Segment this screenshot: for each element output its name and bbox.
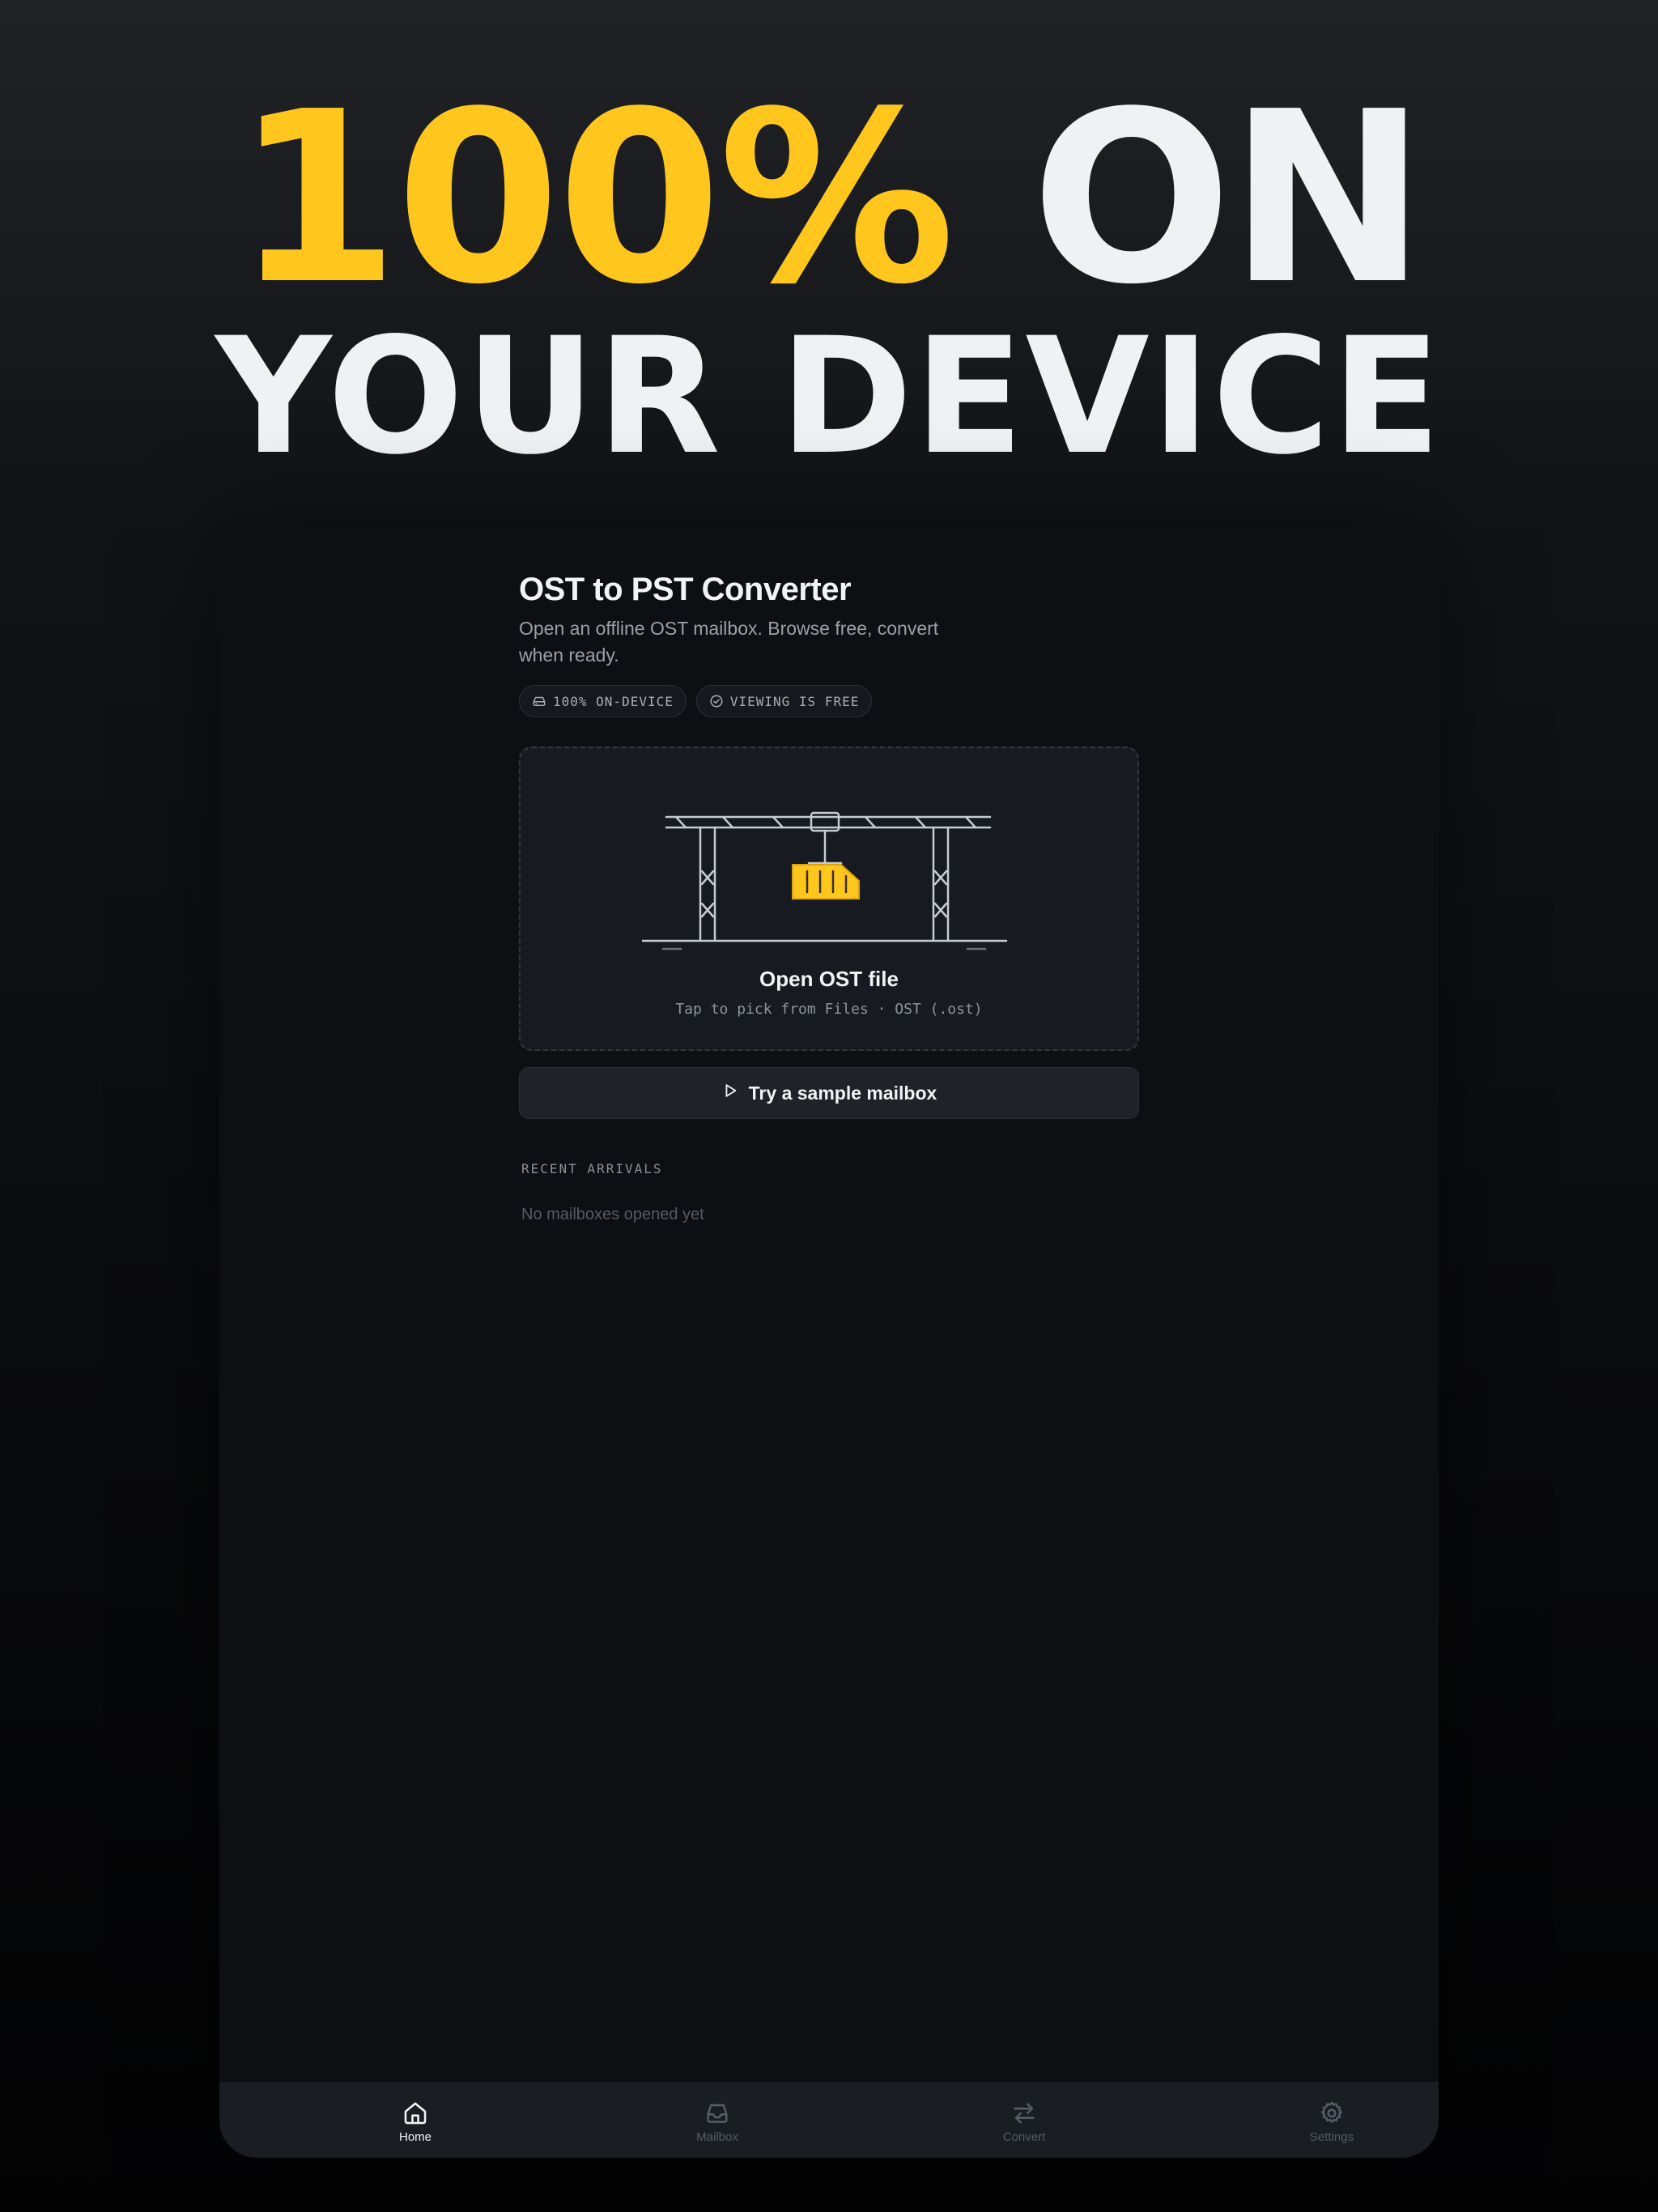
tab-mailbox[interactable]: Mailbox xyxy=(669,2099,766,2144)
tab-mailbox-label: Mailbox xyxy=(696,2130,738,2144)
arrows-swap-icon xyxy=(976,2099,1073,2127)
badge-on-device: 100% ON-DEVICE xyxy=(519,685,687,717)
try-sample-mailbox-button[interactable]: Try a sample mailbox xyxy=(519,1067,1139,1119)
badge-viewing-free-label: VIEWING IS FREE xyxy=(729,693,860,709)
tab-settings[interactable]: Settings xyxy=(1283,2099,1380,2144)
recent-empty-state: No mailboxes opened yet xyxy=(521,1206,704,1223)
tab-settings-label: Settings xyxy=(1309,2130,1354,2144)
home-icon xyxy=(367,2099,464,2127)
page-subtitle: Open an offline OST mailbox. Browse free… xyxy=(519,618,939,666)
home-content: OST to PST Converter Open an offline OST… xyxy=(519,567,1139,1224)
drive-icon xyxy=(532,694,546,708)
tab-convert[interactable]: Convert xyxy=(976,2099,1073,2144)
badge-viewing-free: VIEWING IS FREE xyxy=(695,685,873,717)
gear-icon xyxy=(1283,2099,1380,2127)
badge-on-device-label: 100% ON-DEVICE xyxy=(553,693,674,709)
tab-convert-label: Convert xyxy=(1002,2130,1046,2144)
hero-accent-text: 100% xyxy=(234,61,955,336)
check-circle-icon xyxy=(709,694,724,708)
hero-headline: 100% ON YOUR DEVICE xyxy=(0,80,1658,490)
hero-line-1-rest: ON xyxy=(1031,61,1427,336)
hero-line-2: YOUR DEVICE xyxy=(215,303,1443,490)
try-sample-mailbox-label: Try a sample mailbox xyxy=(748,1082,937,1104)
open-ost-dropzone[interactable]: Open OST file Tap to pick from Files · O… xyxy=(519,747,1139,1051)
gantry-crane-illustration xyxy=(642,811,1008,951)
tab-home-label: Home xyxy=(398,2130,432,2144)
dropzone-hint: Tap to pick from Files · OST (.ost) xyxy=(675,1001,983,1018)
dropzone-title: Open OST file xyxy=(759,967,899,991)
inbox-icon xyxy=(669,2099,766,2127)
device-screen: OST to PST Converter Open an offline OST… xyxy=(219,530,1439,2158)
feature-badges: 100% ON-DEVICE VIEWING IS FREE xyxy=(519,685,1139,717)
tab-home[interactable]: Home xyxy=(367,2099,464,2144)
play-icon xyxy=(721,1082,739,1104)
page-title: OST to PST Converter xyxy=(519,572,852,607)
tab-bar: Home Mailbox Convert Settings xyxy=(219,2082,1439,2158)
recent-arrivals-heading: RECENT ARRIVALS xyxy=(521,1161,663,1176)
hero-line-1: 100% ON xyxy=(0,80,1658,317)
